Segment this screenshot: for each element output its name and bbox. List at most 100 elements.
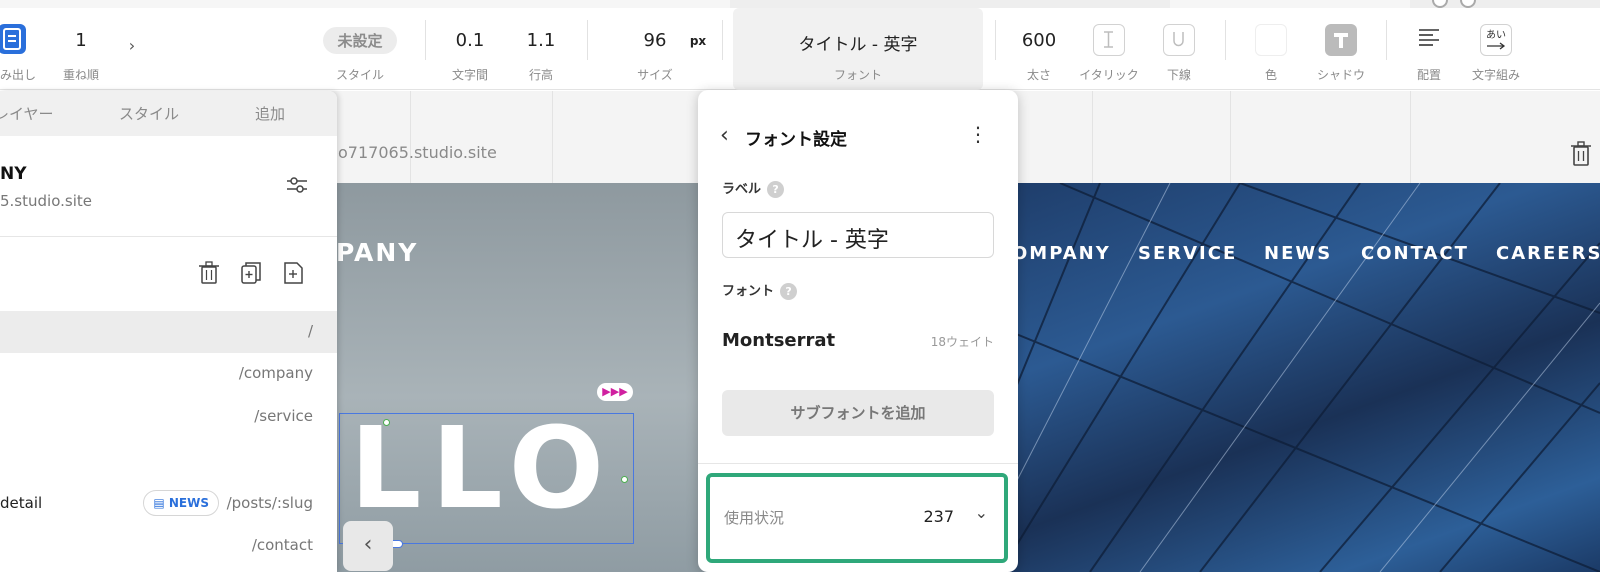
tab-style[interactable]: スタイル [119,103,179,124]
font-settings-popup: ‹ フォント設定 ⋮ ラベル? タイトル - 英字 フォント? Montserr… [698,90,1018,572]
underline-icon [1163,24,1195,56]
font-heading: フォント? [722,280,798,300]
size-unit: px [688,8,708,90]
font-selector[interactable]: タイトル - 英字 フォント [733,8,983,90]
divider [0,236,337,237]
page-path: /contact [251,536,313,554]
ruler-line [1410,91,1411,183]
settings-sliders-icon[interactable] [285,173,309,197]
window-control-icon[interactable] [1460,0,1476,8]
font-heading-text: フォント [722,284,775,299]
size-unit-text: px [689,34,707,48]
help-icon[interactable]: ? [767,181,785,198]
font-label: フォント [833,68,882,82]
align-left-icon [1418,28,1440,52]
letter-spacing-control[interactable]: 0.1 文字間 [445,8,495,90]
toolbar-divider [722,20,723,60]
order-next-button[interactable]: › [122,8,142,90]
typesetting-control[interactable]: あい 文字組み [1466,8,1526,90]
weight-control[interactable]: 600 太さ [1015,8,1063,90]
style-control[interactable]: 未設定 スタイル [310,8,410,90]
cms-badge-label: NEWS [168,496,209,510]
italic-toggle[interactable]: イタリック [1078,8,1140,90]
letter-spacing-value: 0.1 [455,30,485,51]
underline-toggle[interactable]: 下線 [1148,8,1210,90]
more-options-icon[interactable]: ⋮ [968,122,988,146]
canvas-back-button[interactable]: ‹ [343,521,393,571]
order-value: 1 [75,30,87,51]
line-height-control[interactable]: 1.1 行高 [516,8,566,90]
toolbar-divider [587,20,588,60]
toolbar-divider [1386,20,1387,60]
page-row-service[interactable]: /service [0,396,337,438]
add-subfont-button[interactable]: サブフォントを追加 [722,390,994,436]
label-heading: ラベル? [722,178,785,198]
heading-type-control[interactable]: み出し [0,8,36,90]
duplicate-page-icon[interactable] [240,261,264,285]
size-label: サイズ [637,68,673,82]
typesetting-label: 文字組み [1471,68,1520,82]
help-icon[interactable]: ? [780,283,798,300]
usage-count: 237 [923,507,954,526]
add-page-icon[interactable] [282,261,306,285]
page-row-company[interactable]: /company [0,353,337,395]
chevron-down-icon[interactable]: ⌄ [975,503,988,522]
letter-spacing-label: 文字間 [451,68,488,82]
align-control[interactable]: 配置 [1407,8,1451,90]
nav-service[interactable]: SERVICE [1138,243,1237,264]
document-icon: ▤ [153,496,169,510]
page-row-news-detail[interactable]: detail ▤ NEWS /posts/:slug [0,483,337,525]
toolbar-divider [1225,20,1226,60]
heading-icon [0,24,26,54]
resize-handle[interactable] [383,419,390,426]
nav-company[interactable]: OMPANY [1012,243,1111,264]
hero-building-image [939,183,1600,572]
back-chevron-icon[interactable]: ‹ [720,123,729,148]
nav-news[interactable]: NEWS [1264,243,1332,264]
font-name[interactable]: Montserrat [722,330,835,351]
ruler-line [1092,91,1093,183]
line-height-value: 1.1 [526,30,556,51]
style-value: 未設定 [323,27,397,54]
shadow-toggle[interactable]: シャドウ [1312,8,1370,90]
shadow-icon [1325,24,1357,56]
browser-top-edge [0,0,1600,8]
divider [698,463,1018,464]
page-path: /posts/:slug [226,494,313,512]
trash-icon[interactable] [1570,141,1592,171]
line-height-label: 行高 [528,68,553,82]
usage-label: 使用状況 [724,509,785,527]
ruler-line [1230,91,1231,183]
cms-badge: ▤ NEWS [143,490,219,516]
usage-section[interactable]: 使用状況 237 ⌄ [706,473,1008,563]
resize-handle[interactable] [621,476,628,483]
window-control-icon[interactable] [1432,0,1448,8]
tab-add[interactable]: 追加 [255,103,285,124]
color-label: 色 [1264,68,1277,82]
nav-careers[interactable]: CAREERS [1496,243,1600,264]
underline-label: 下線 [1166,68,1191,82]
animation-badge[interactable]: ▶▶▶ [597,383,633,401]
font-value: タイトル - 英字 [798,35,918,55]
tab-layers[interactable]: レイヤー [0,103,54,124]
color-control[interactable]: 色 [1250,8,1292,90]
order-control[interactable]: 1 重ね順 [60,8,102,90]
page-name: detail [0,494,43,512]
align-label: 配置 [1416,68,1441,82]
page-path: /company [238,364,313,382]
label-input[interactable]: タイトル - 英字 [722,212,994,258]
toolbar-divider [425,20,426,60]
page-row-home[interactable]: / [0,311,337,353]
site-url[interactable]: 5.studio.site [0,192,92,210]
page-row-contact[interactable]: /contact [0,525,337,567]
left-panel: レイヤー スタイル 追加 NY 5.studio.site / /company… [0,91,337,572]
italic-label: イタリック [1079,68,1139,82]
shadow-label: シャドウ [1316,68,1365,82]
size-control[interactable]: 96 サイズ [630,8,680,90]
size-value: 96 [643,30,667,51]
nav-contact[interactable]: CONTACT [1361,243,1469,264]
site-logo[interactable]: PANY [336,238,418,267]
trash-icon[interactable] [198,261,222,285]
toolbar-divider [995,20,996,60]
italic-icon [1093,24,1125,56]
